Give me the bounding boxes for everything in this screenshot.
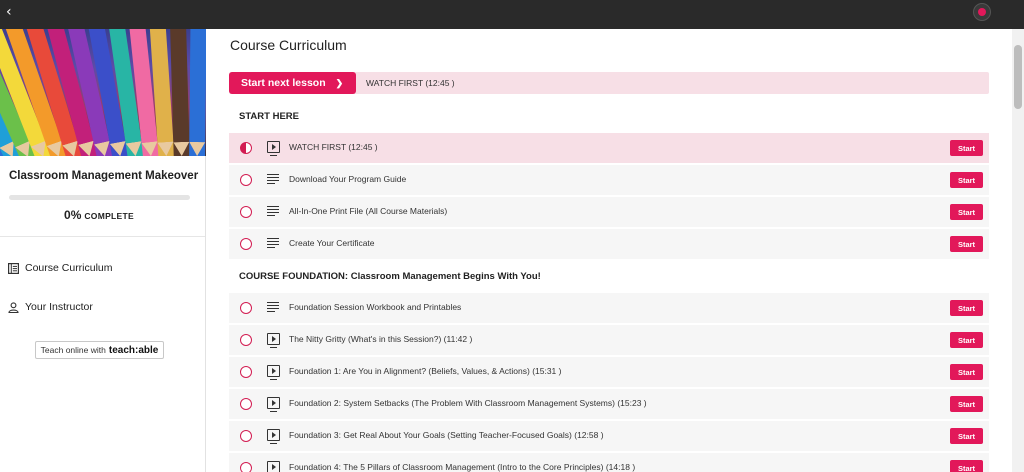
lecture-row[interactable]: Foundation Session Workbook and Printabl… <box>229 293 989 323</box>
start-lecture-button[interactable]: Start <box>950 460 983 472</box>
curriculum-icon <box>8 262 20 274</box>
user-avatar-icon[interactable] <box>973 3 991 21</box>
lecture-row[interactable]: WATCH FIRST (12:45 ) Start <box>229 133 989 163</box>
text-lecture-icon <box>267 173 280 185</box>
main-content: Course Curriculum Start next lesson ❯ WA… <box>206 29 1012 472</box>
lecture-title[interactable]: WATCH FIRST (12:45 ) <box>289 142 378 152</box>
lecture-title[interactable]: Download Your Program Guide <box>289 174 406 184</box>
person-icon <box>8 301 19 313</box>
video-lecture-icon <box>267 141 280 156</box>
video-lecture-icon <box>267 397 280 412</box>
lecture-title[interactable]: Create Your Certificate <box>289 238 375 248</box>
section-title: START HERE <box>239 111 299 122</box>
sidebar-item-label: Your Instructor <box>25 301 93 313</box>
text-lecture-icon <box>267 237 280 249</box>
lecture-status-icon <box>240 366 252 378</box>
video-lecture-icon <box>267 429 280 444</box>
sidebar-divider <box>0 236 205 237</box>
start-next-lesson-label: Start next lesson <box>241 77 326 89</box>
progress-bar <box>9 195 190 200</box>
sidebar-item-label: Course Curriculum <box>25 262 113 274</box>
lecture-row[interactable]: The Nitty Gritty (What's in this Session… <box>229 325 989 355</box>
start-lecture-button[interactable]: Start <box>950 396 983 412</box>
lecture-status-icon <box>240 238 252 250</box>
start-lecture-button[interactable]: Start <box>950 140 983 156</box>
top-bar: ‹ <box>0 0 1024 29</box>
text-lecture-icon <box>267 301 280 313</box>
start-next-lesson-button[interactable]: Start next lesson ❯ <box>229 72 356 94</box>
start-lecture-button[interactable]: Start <box>950 428 983 444</box>
start-lecture-button[interactable]: Start <box>950 364 983 380</box>
lecture-title[interactable]: Foundation 1: Are You in Alignment? (Bel… <box>289 366 561 376</box>
progress-percent: 0% <box>64 208 82 222</box>
lecture-title[interactable]: Foundation 2: System Setbacks (The Probl… <box>289 398 647 408</box>
sidebar-item-your-instructor[interactable]: Your Instructor <box>8 301 93 313</box>
lecture-title[interactable]: The Nitty Gritty (What's in this Session… <box>289 334 472 344</box>
lecture-row[interactable]: All-In-One Print File (All Course Materi… <box>229 197 989 227</box>
scrollbar[interactable] <box>1012 29 1024 472</box>
scrollbar-thumb[interactable] <box>1014 45 1022 109</box>
start-lecture-button[interactable]: Start <box>950 172 983 188</box>
lecture-status-icon <box>240 206 252 218</box>
next-lesson-bar: Start next lesson ❯ WATCH FIRST (12:45 ) <box>229 72 989 94</box>
lecture-status-icon <box>240 430 252 442</box>
chevron-right-icon: ❯ <box>335 77 344 88</box>
lecture-row[interactable]: Foundation 4: The 5 Pillars of Classroom… <box>229 453 989 472</box>
lecture-row[interactable]: Foundation 1: Are You in Alignment? (Bel… <box>229 357 989 387</box>
lecture-title[interactable]: Foundation 4: The 5 Pillars of Classroom… <box>289 462 635 472</box>
start-lecture-button[interactable]: Start <box>950 204 983 220</box>
teachable-logo: teach:able <box>108 344 159 356</box>
start-lecture-button[interactable]: Start <box>950 300 983 316</box>
video-lecture-icon <box>267 333 280 348</box>
lecture-row[interactable]: Download Your Program Guide Start <box>229 165 989 195</box>
lecture-title[interactable]: All-In-One Print File (All Course Materi… <box>289 206 447 216</box>
sidebar-item-course-curriculum[interactable]: Course Curriculum <box>8 262 113 274</box>
video-lecture-icon <box>267 365 280 380</box>
start-lecture-button[interactable]: Start <box>950 332 983 348</box>
teach-badge-prefix: Teach online with <box>40 345 106 355</box>
lecture-row[interactable]: Foundation 3: Get Real About Your Goals … <box>229 421 989 451</box>
sidebar: Classroom Management Makeover 0% COMPLETE… <box>0 29 206 472</box>
lecture-status-icon <box>240 398 252 410</box>
section-title: COURSE FOUNDATION: Classroom Management … <box>239 271 541 282</box>
video-lecture-icon <box>267 461 280 472</box>
lecture-status-icon <box>240 174 252 186</box>
text-lecture-icon <box>267 205 280 217</box>
progress-word: COMPLETE <box>84 211 134 221</box>
lecture-title[interactable]: Foundation 3: Get Real About Your Goals … <box>289 430 604 440</box>
next-lesson-title: WATCH FIRST (12:45 ) <box>366 78 455 88</box>
course-title: Classroom Management Makeover <box>9 170 199 182</box>
start-lecture-button[interactable]: Start <box>950 236 983 252</box>
lecture-status-icon <box>240 302 252 314</box>
lecture-status-icon <box>240 334 252 346</box>
progress-label: 0% COMPLETE <box>0 206 198 224</box>
lecture-title[interactable]: Foundation Session Workbook and Printabl… <box>289 302 461 312</box>
lecture-status-icon <box>240 462 252 472</box>
course-hero-image <box>0 29 206 156</box>
page-title: Course Curriculum <box>230 37 347 53</box>
lecture-row[interactable]: Foundation 2: System Setbacks (The Probl… <box>229 389 989 419</box>
lecture-status-icon <box>240 142 252 154</box>
lecture-row[interactable]: Create Your Certificate Start <box>229 229 989 259</box>
teachable-badge[interactable]: Teach online with teach:able <box>35 341 164 359</box>
chevron-left-icon[interactable]: ‹ <box>6 4 12 20</box>
